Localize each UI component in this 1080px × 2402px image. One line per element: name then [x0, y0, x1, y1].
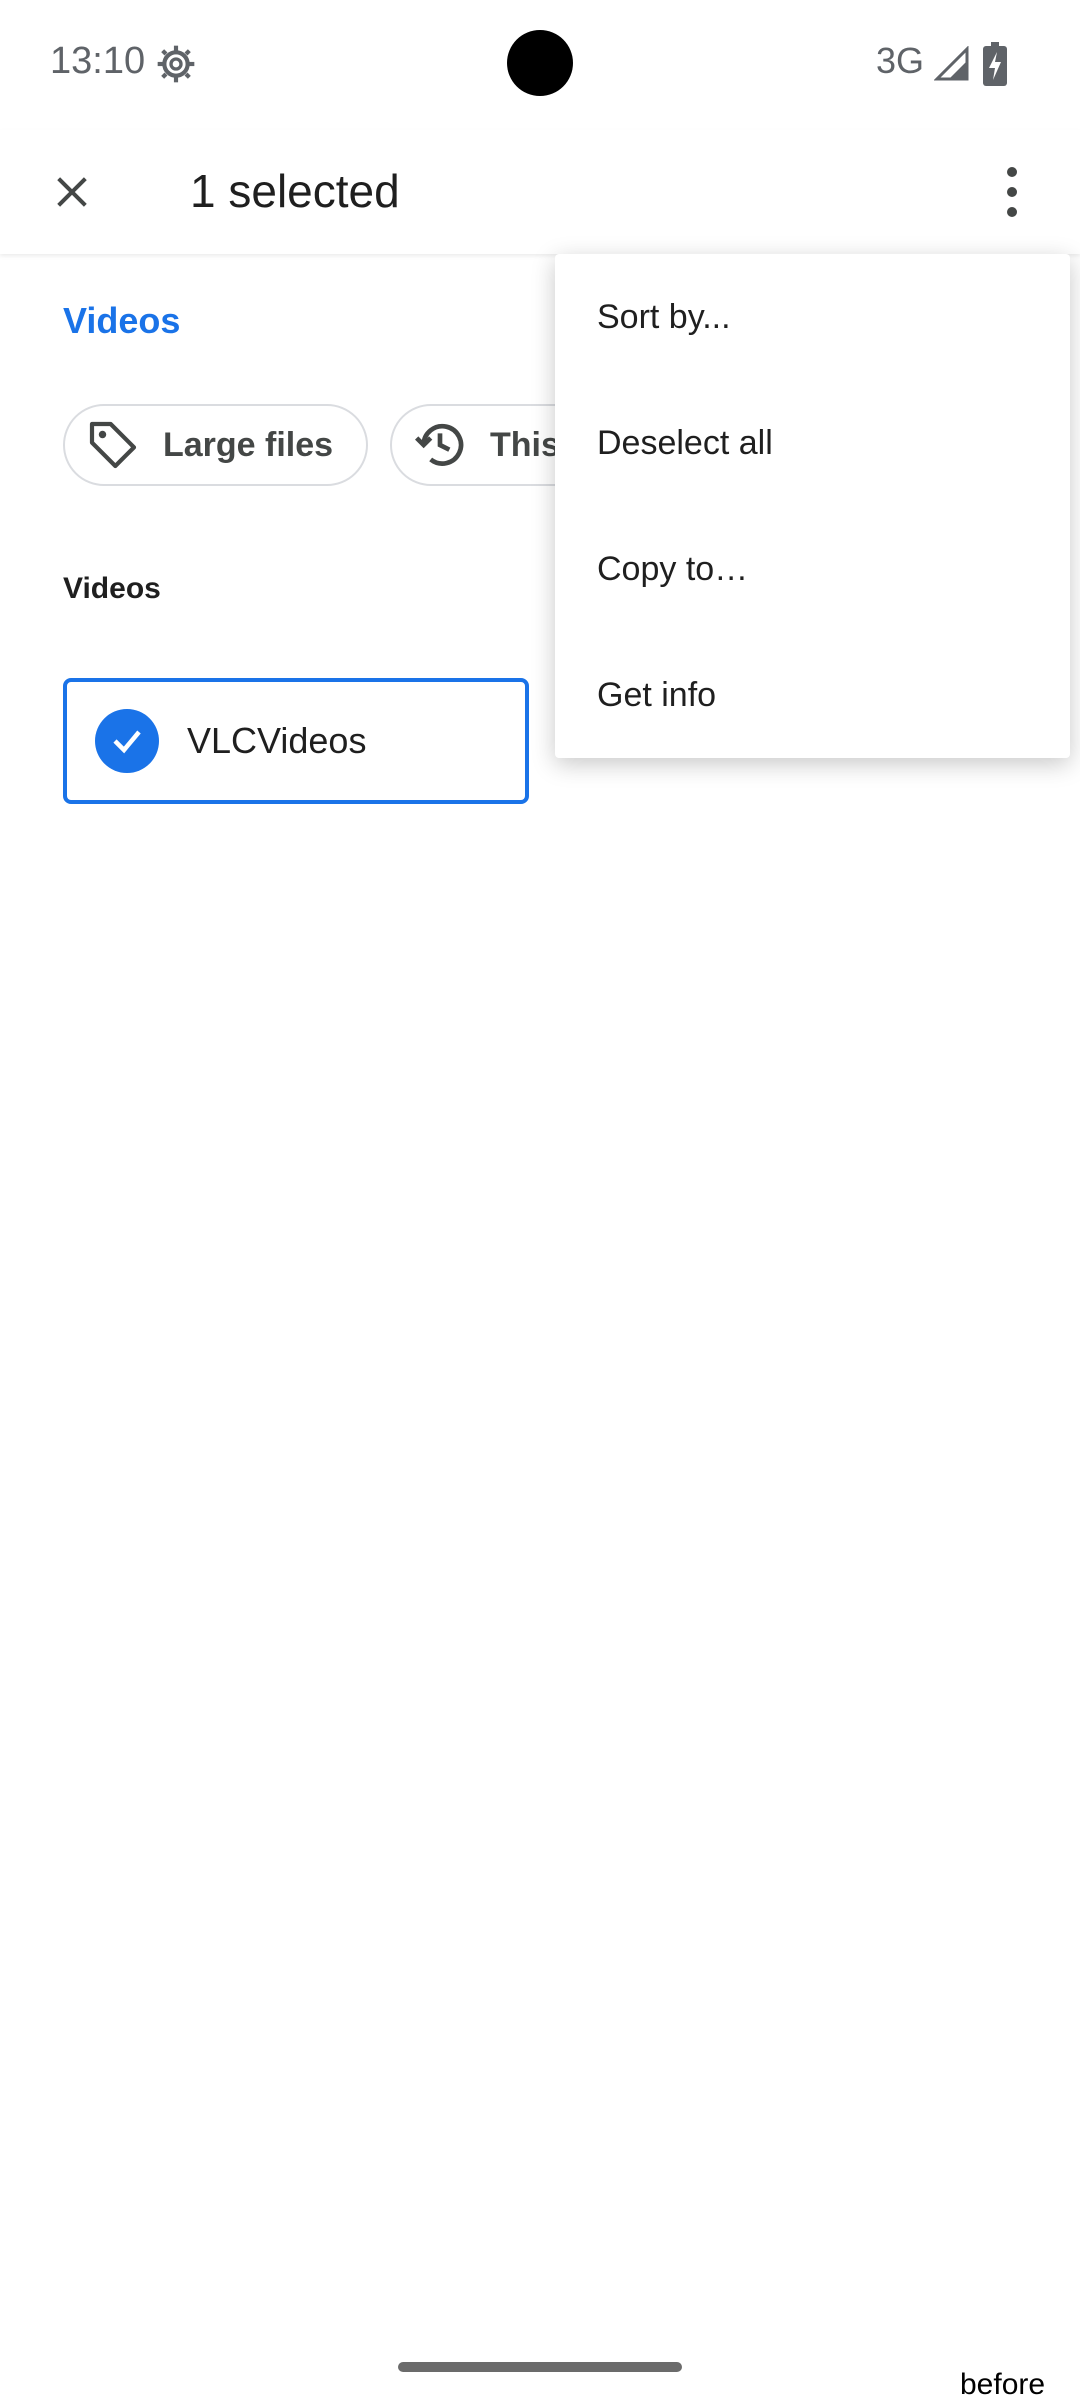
status-bar: 13:10 3G — [0, 0, 1080, 130]
app-bar: 1 selected — [0, 130, 1080, 254]
chip-label: Large files — [163, 425, 334, 464]
status-time: 13:10 — [50, 40, 146, 82]
battery-charging-icon — [983, 42, 1007, 86]
overflow-menu: Sort by... Deselect all Copy to… Get inf… — [555, 254, 1070, 758]
more-options-button[interactable] — [990, 160, 1034, 224]
caption-label: before — [960, 2368, 1046, 2401]
selection-title: 1 selected — [190, 165, 400, 217]
folder-name: VLCVideos — [187, 720, 367, 761]
close-selection-button[interactable] — [40, 160, 104, 224]
history-icon — [415, 423, 464, 466]
menu-item-get-info[interactable]: Get info — [555, 632, 1070, 758]
close-icon — [57, 177, 87, 207]
signal-icon — [934, 46, 969, 81]
chip-large-files[interactable]: Large files — [63, 404, 368, 486]
settings-gear-icon — [157, 45, 195, 83]
menu-item-label: Deselect all — [597, 423, 773, 462]
menu-item-label: Get info — [597, 675, 717, 714]
section-link-videos[interactable]: Videos — [63, 300, 180, 342]
menu-item-sort-by[interactable]: Sort by... — [555, 254, 1070, 380]
menu-item-label: Copy to… — [597, 549, 749, 588]
chip-label: This — [490, 425, 560, 464]
more-vert-icon — [1007, 167, 1017, 177]
network-type: 3G — [876, 40, 925, 81]
menu-item-label: Sort by... — [597, 297, 731, 336]
check-circle-icon — [95, 709, 159, 773]
folder-card-vlcvideos[interactable]: VLCVideos — [63, 678, 529, 804]
subheading-videos: Videos — [63, 572, 161, 605]
tag-icon — [89, 421, 137, 469]
camera-cutout — [507, 30, 573, 96]
menu-item-copy-to[interactable]: Copy to… — [555, 506, 1070, 632]
menu-item-deselect-all[interactable]: Deselect all — [555, 380, 1070, 506]
gesture-nav-handle[interactable] — [398, 2362, 682, 2372]
